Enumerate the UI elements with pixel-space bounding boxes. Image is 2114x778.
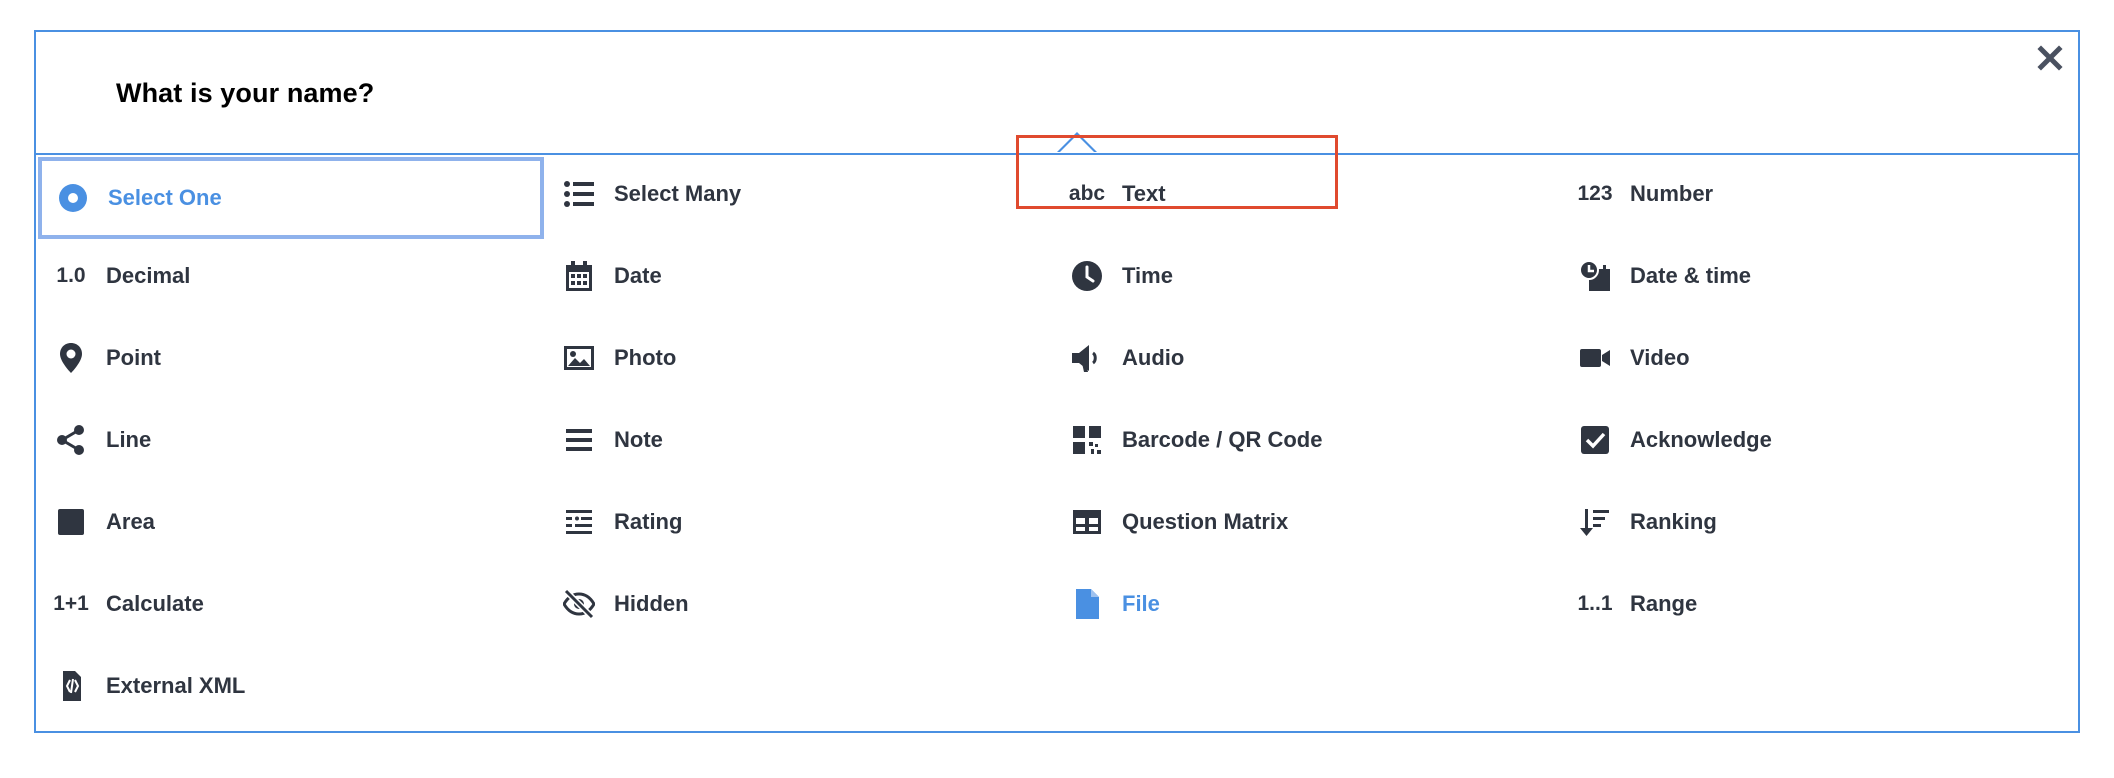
type-select-one[interactable]: Select One: [38, 157, 544, 239]
xml-file-icon: [54, 669, 88, 703]
close-button[interactable]: [2030, 38, 2070, 78]
table-icon: [1070, 505, 1104, 539]
type-label: Date: [614, 263, 662, 288]
type-select-many[interactable]: Select Many: [544, 153, 1052, 235]
type-label: Video: [1630, 345, 1690, 370]
pointer-caret: [1057, 132, 1097, 152]
type-label: Audio: [1122, 345, 1185, 370]
type-label: Question Matrix: [1122, 509, 1289, 534]
question-type-grid: Select One Select Many abc Text 123 Numb…: [36, 153, 2078, 727]
type-label: Text: [1122, 181, 1166, 206]
video-camera-icon: [1578, 341, 1612, 375]
type-ranking[interactable]: Ranking: [1560, 481, 2078, 563]
type-time[interactable]: Time: [1052, 235, 1560, 317]
range-icon: 1..1: [1577, 592, 1613, 615]
type-point[interactable]: Point: [36, 317, 544, 399]
decimal-icon: 1.0: [56, 264, 86, 287]
type-label: Range: [1630, 591, 1698, 616]
question-title: What is your name?: [116, 78, 375, 108]
type-label: Point: [106, 345, 161, 370]
type-line[interactable]: Line: [36, 399, 544, 481]
type-hidden[interactable]: Hidden: [544, 563, 1052, 645]
type-file[interactable]: File: [1052, 563, 1560, 645]
number-icon: 123: [1577, 182, 1613, 205]
type-label: Line: [106, 427, 152, 452]
type-label: File: [1122, 591, 1160, 616]
file-icon: [1070, 587, 1104, 621]
type-label: Note: [614, 427, 663, 452]
map-pin-icon: [54, 341, 88, 375]
type-label: Ranking: [1630, 509, 1717, 534]
type-label: Time: [1122, 263, 1173, 288]
speaker-icon: [1070, 341, 1104, 375]
type-label: Photo: [614, 345, 677, 370]
sort-icon: [1578, 505, 1612, 539]
clock-icon: [1070, 259, 1104, 293]
type-barcode[interactable]: Barcode / QR Code: [1052, 399, 1560, 481]
checkbox-icon: [1578, 423, 1612, 457]
type-label: Rating: [614, 509, 683, 534]
type-date-time[interactable]: Date & time: [1560, 235, 2078, 317]
type-label: Select Many: [614, 181, 742, 206]
type-date[interactable]: Date: [544, 235, 1052, 317]
type-label: Area: [106, 509, 155, 534]
type-external-xml[interactable]: External XML: [36, 645, 544, 727]
dialog-header: What is your name?: [36, 32, 2078, 155]
type-range[interactable]: 1..1 Range: [1560, 563, 2078, 645]
type-acknowledge[interactable]: Acknowledge: [1560, 399, 2078, 481]
type-rating[interactable]: Rating: [544, 481, 1052, 563]
square-icon: [54, 505, 88, 539]
type-area[interactable]: Area: [36, 481, 544, 563]
question-type-dialog: What is your name? Select One Select Man…: [34, 30, 2080, 733]
type-label: Hidden: [614, 591, 689, 616]
type-calculate[interactable]: 1+1 Calculate: [36, 563, 544, 645]
type-decimal[interactable]: 1.0 Decimal: [36, 235, 544, 317]
type-label: Number: [1630, 181, 1714, 206]
calendar-icon: [562, 259, 596, 293]
type-label: Barcode / QR Code: [1122, 427, 1323, 452]
qr-code-icon: [1070, 423, 1104, 457]
eye-off-icon: [562, 587, 596, 621]
type-video[interactable]: Video: [1560, 317, 2078, 399]
type-text[interactable]: abc Text: [1052, 153, 1560, 235]
type-label: Decimal: [106, 263, 191, 288]
type-question-matrix[interactable]: Question Matrix: [1052, 481, 1560, 563]
lines-icon: [562, 423, 596, 457]
type-label: Calculate: [106, 591, 204, 616]
list-icon: [562, 177, 596, 211]
type-number[interactable]: 123 Number: [1560, 153, 2078, 235]
type-photo[interactable]: Photo: [544, 317, 1052, 399]
radio-icon: [56, 181, 90, 215]
rating-icon: [562, 505, 596, 539]
type-note[interactable]: Note: [544, 399, 1052, 481]
type-label: External XML: [106, 673, 246, 698]
image-icon: [562, 341, 596, 375]
type-label: Acknowledge: [1630, 427, 1772, 452]
abc-icon: abc: [1068, 182, 1106, 205]
type-label: Date & time: [1630, 263, 1752, 288]
calculate-icon: 1+1: [53, 592, 89, 615]
close-icon: [2037, 45, 2063, 71]
type-label: Select One: [108, 185, 222, 210]
date-time-icon: [1578, 259, 1612, 293]
type-audio[interactable]: Audio: [1052, 317, 1560, 399]
share-icon: [54, 423, 88, 457]
